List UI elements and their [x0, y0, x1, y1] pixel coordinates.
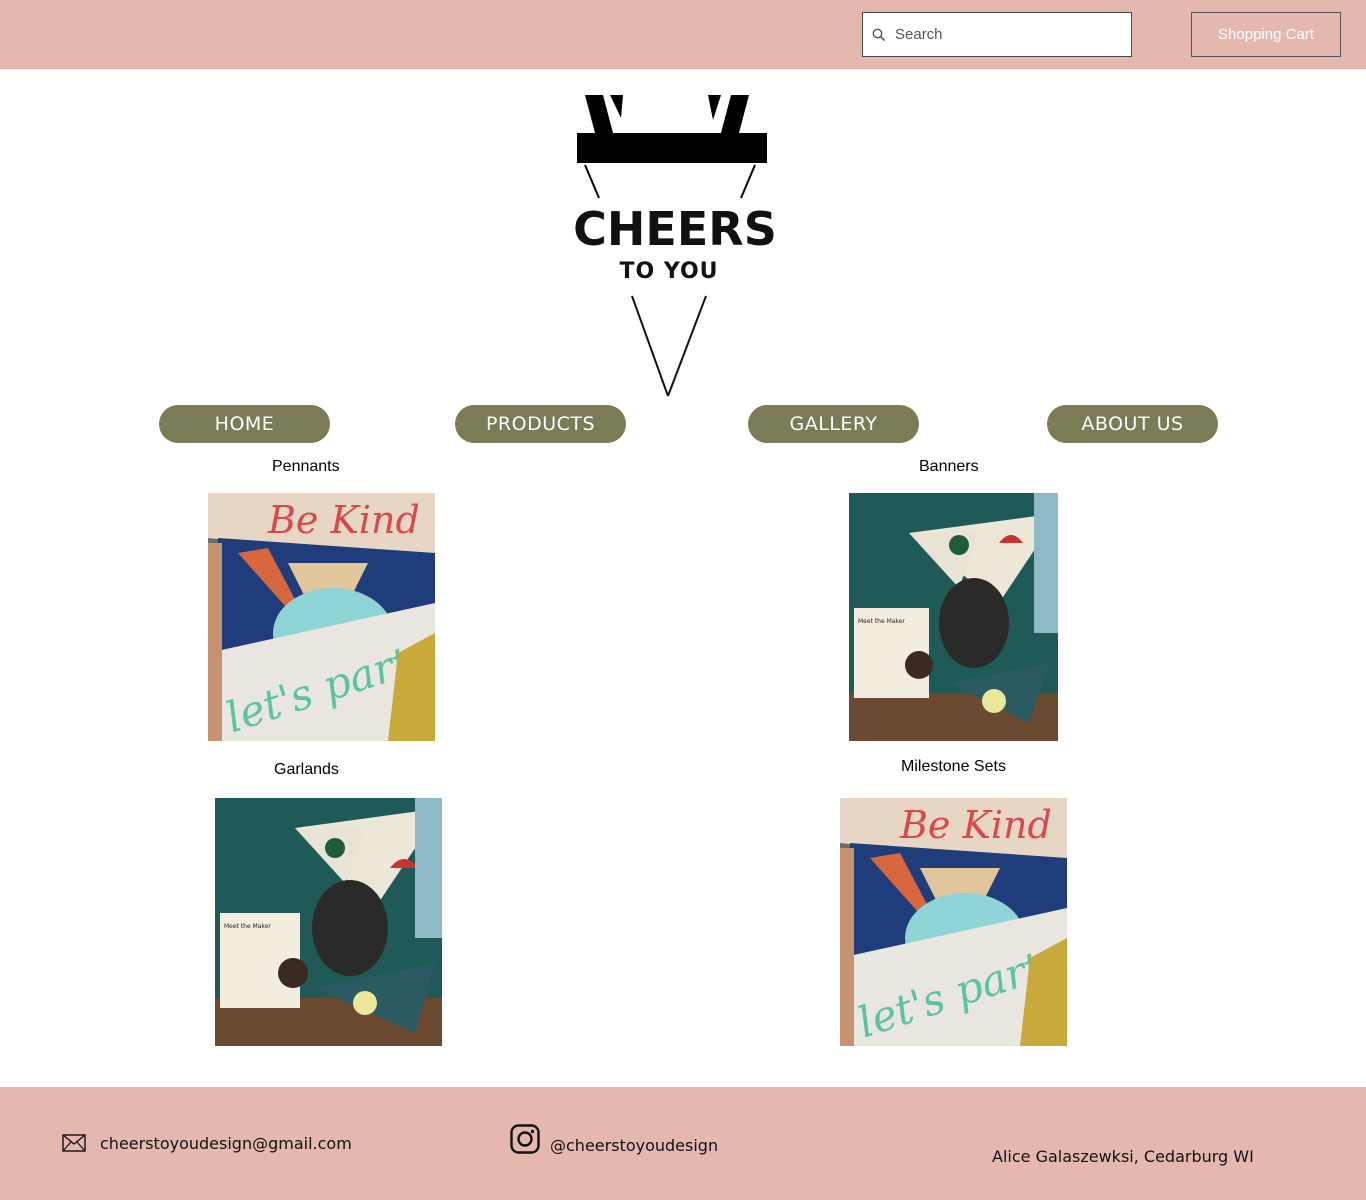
svg-text:Be Kind: Be Kind [899, 803, 1052, 847]
logo-line2: TO YOU [619, 259, 718, 284]
banners-photo[interactable]: Meet the Maker [849, 493, 1058, 741]
footer-address: Alice Galaszewksi, Cedarburg WI [992, 1147, 1254, 1166]
svg-text:Meet the Maker: Meet the Maker [224, 923, 271, 930]
category-label-garlands[interactable]: Garlands [274, 761, 339, 779]
instagram-icon[interactable] [510, 1124, 540, 1159]
nav-gallery[interactable]: GALLERY [748, 405, 919, 443]
email-icon[interactable] [62, 1134, 86, 1157]
milestone-photo-icon: Be Kind let's party [840, 798, 1067, 1046]
category-label-banners[interactable]: Banners [919, 458, 979, 476]
pennants-photo[interactable]: Be Kind let's party [208, 493, 435, 741]
shopping-cart-button[interactable]: Shopping Cart [1191, 12, 1341, 57]
garlands-photo[interactable]: Meet the Maker [215, 798, 442, 1046]
nav-about-us[interactable]: ABOUT US [1047, 405, 1218, 443]
nav-products[interactable]: PRODUCTS [455, 405, 626, 443]
garland-photo-icon: Meet the Maker [215, 798, 442, 1046]
search-icon [863, 28, 895, 42]
top-bar: Shopping Cart [0, 0, 1366, 69]
svg-text:Meet the Maker: Meet the Maker [858, 618, 905, 625]
cheers-to-you-logo[interactable]: CHEERS TO YOU [555, 88, 795, 403]
category-label-pennants[interactable]: Pennants [272, 458, 340, 476]
nav-home[interactable]: HOME [159, 405, 330, 443]
footer: cheerstoyoudesign@gmail.com @cheerstoyou… [0, 1087, 1366, 1200]
pennant-photo-icon: Be Kind let's party [208, 493, 435, 741]
milestone-sets-photo[interactable]: Be Kind let's party [840, 798, 1067, 1046]
category-label-milestone-sets[interactable]: Milestone Sets [901, 758, 1006, 776]
footer-instagram-handle[interactable]: @cheerstoyoudesign [550, 1136, 718, 1155]
logo-line1: CHEERS [573, 202, 777, 256]
banner-photo-icon: Meet the Maker [849, 493, 1058, 741]
footer-email[interactable]: cheerstoyoudesign@gmail.com [100, 1134, 352, 1153]
svg-text:Be Kind: Be Kind [267, 498, 420, 542]
search-input[interactable] [895, 14, 1115, 55]
search-box[interactable] [862, 12, 1132, 57]
